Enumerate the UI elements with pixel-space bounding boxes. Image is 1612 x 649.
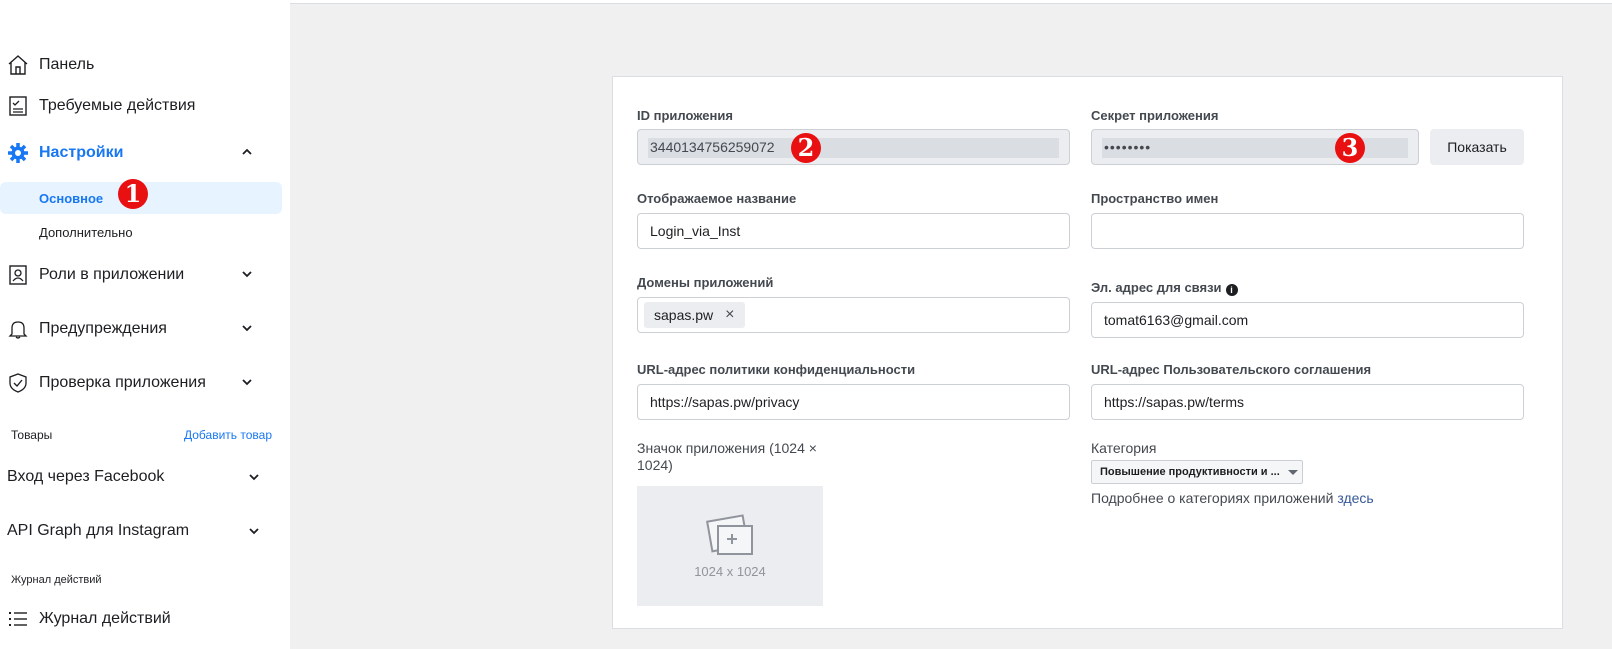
app-secret-field[interactable]: •••••••• <box>1091 129 1419 165</box>
sidebar-item-label: Предупреждения <box>39 320 167 337</box>
bell-icon <box>7 318 29 340</box>
app-domains-input[interactable]: sapas.pw × <box>637 297 1070 333</box>
app-id-field[interactable]: 3440134756259072 <box>637 129 1070 165</box>
privacy-url-label: URL-адрес политики конфиденциальности <box>637 362 916 377</box>
chevron-down-icon[interactable] <box>240 375 254 389</box>
sidebar-item-label: Требуемые действия <box>39 97 196 114</box>
info-icon[interactable]: i <box>1225 284 1238 296</box>
sidebar-item-label: Панель <box>39 56 95 73</box>
privacy-url-input[interactable]: https://sapas.pw/privacy <box>637 384 1070 420</box>
sidebar-item-settings[interactable]: Настройки <box>0 137 282 169</box>
display-name-input[interactable]: Login_via_Inst <box>637 213 1070 249</box>
sidebar: Панель Требуемые действия Настройки Осно… <box>0 0 290 649</box>
sidebar-subitem-advanced[interactable]: Дополнительно <box>0 216 282 248</box>
contact-email-label: Эл. адрес для связи i <box>1091 280 1238 296</box>
terms-url-input[interactable]: https://sapas.pw/terms <box>1091 384 1524 420</box>
sidebar-item-app-review[interactable]: Проверка приложения <box>0 367 282 399</box>
products-section-label: Товары <box>11 428 53 442</box>
list-icon <box>7 608 29 630</box>
sidebar-item-label: Проверка приложения <box>39 374 206 391</box>
namespace-label: Пространство имен <box>1091 191 1219 206</box>
terms-url-label: URL-адрес Пользовательского соглашения <box>1091 362 1372 377</box>
sidebar-item-label: Настройки <box>39 144 124 161</box>
basic-settings-card: ID приложения 3440134756259072 2 Секрет … <box>612 76 1563 629</box>
roles-icon <box>7 264 29 286</box>
category-select[interactable]: Повышение продуктивности и ... <box>1091 460 1303 484</box>
sidebar-item-alerts[interactable]: Предупреждения <box>0 313 282 345</box>
image-upload-icon <box>706 513 753 555</box>
chevron-down-icon[interactable] <box>240 321 254 335</box>
home-icon <box>7 54 29 76</box>
shield-check-icon <box>7 372 29 394</box>
sidebar-item-instagram-graph-api[interactable]: API Graph для Instagram <box>7 516 282 546</box>
add-product-link[interactable]: Добавить товар <box>184 428 272 442</box>
app-icon-label: Значок приложения (1024 × 1024) <box>637 440 817 473</box>
app-domains-label: Домены приложений <box>637 275 774 290</box>
app-icon-upload[interactable]: 1024 x 1024 <box>637 486 823 606</box>
activity-section-label: Журнал действий <box>11 574 102 586</box>
category-help-link[interactable]: здесь <box>1337 490 1373 506</box>
display-name-label: Отображаемое название <box>637 191 797 206</box>
dropdown-caret-icon <box>1287 469 1298 475</box>
annotation-marker-2: 2 <box>791 133 821 163</box>
sidebar-item-dashboard[interactable]: Панель <box>0 49 282 81</box>
app-secret-label: Секрет приложения <box>1091 108 1219 123</box>
domain-chip: sapas.pw × <box>644 302 745 328</box>
chevron-up-icon[interactable] <box>240 145 254 159</box>
sidebar-item-app-roles[interactable]: Роли в приложении <box>0 259 282 291</box>
sidebar-item-required-actions[interactable]: Требуемые действия <box>0 90 282 122</box>
remove-domain-icon[interactable]: × <box>725 306 734 324</box>
top-border <box>290 0 1612 4</box>
category-label: Категория <box>1091 440 1157 456</box>
checklist-icon <box>7 95 29 117</box>
show-secret-button[interactable]: Показать <box>1430 129 1524 165</box>
chevron-down-icon[interactable] <box>247 524 261 538</box>
chevron-down-icon[interactable] <box>247 470 261 484</box>
app-id-label: ID приложения <box>637 108 733 123</box>
annotation-marker-1: 1 <box>118 179 148 209</box>
annotation-marker-3: 3 <box>1335 133 1365 163</box>
contact-email-input[interactable]: tomat6163@gmail.com <box>1091 302 1524 338</box>
category-help-text: Подробнее о категориях приложений здесь <box>1091 490 1374 506</box>
sidebar-item-label: Роли в приложении <box>39 266 185 283</box>
gear-icon <box>7 142 29 164</box>
namespace-input[interactable] <box>1091 213 1524 249</box>
sidebar-item-label: Журнал действий <box>39 610 171 627</box>
sidebar-item-facebook-login[interactable]: Вход через Facebook <box>7 462 282 492</box>
sidebar-item-activity-log[interactable]: Журнал действий <box>0 603 282 635</box>
chevron-down-icon[interactable] <box>240 267 254 281</box>
